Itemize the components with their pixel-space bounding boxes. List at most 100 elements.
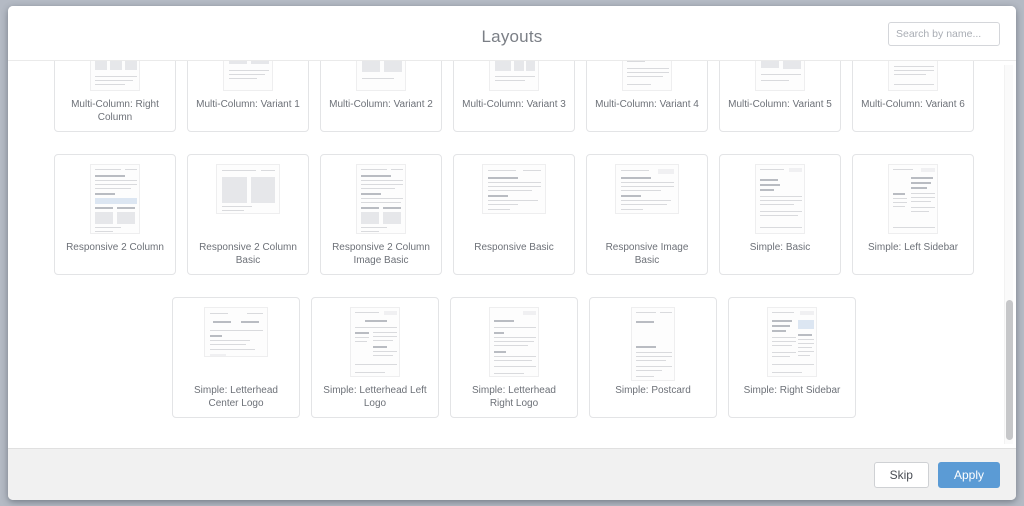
thumbnail-element <box>621 195 641 198</box>
thumbnail-element <box>772 341 796 342</box>
thumbnail-element <box>760 200 802 201</box>
thumbnail-element <box>621 190 661 191</box>
layout-card[interactable]: Simple: Postcard <box>589 297 717 418</box>
thumbnail-element <box>361 188 395 189</box>
layout-card[interactable]: Multi-Column: Right Column <box>54 61 176 132</box>
thumbnail-element <box>911 187 927 190</box>
thumbnail-element <box>621 186 674 187</box>
layouts-scroll-area[interactable]: Multi-Column: Right Column Multi-Column: … <box>8 61 1016 448</box>
layout-card[interactable]: Multi-Column: Variant 5 <box>719 61 841 132</box>
thumbnail-element <box>373 332 397 333</box>
thumbnail-element <box>772 364 814 365</box>
layout-card[interactable]: Simple: Letterhead Left Logo <box>311 297 439 418</box>
thumbnail-element <box>772 330 786 333</box>
thumbnail-element <box>488 186 541 187</box>
thumbnail-element <box>798 343 814 344</box>
layout-thumbnail-wrap <box>725 162 835 238</box>
thumbnail-element <box>783 61 801 69</box>
layout-thumbnail <box>888 164 938 234</box>
thumbnail-element <box>761 61 779 68</box>
thumbnail-element <box>488 200 538 201</box>
thumbnail-element <box>222 210 244 211</box>
thumbnail-element <box>361 198 403 199</box>
thumbnail-element <box>772 345 792 346</box>
thumbnail-element <box>117 212 135 224</box>
thumbnail-element <box>229 78 257 79</box>
layout-card[interactable]: Responsive 2 Column <box>54 154 176 275</box>
layout-card-label: Responsive 2 Column Basic <box>199 242 297 266</box>
thumbnail-element <box>760 227 802 228</box>
layout-card[interactable]: Simple: Letterhead Right Logo <box>450 297 578 418</box>
thumbnail-element <box>355 312 379 313</box>
thumbnail-element <box>789 168 802 172</box>
thumbnail-element <box>361 193 381 196</box>
layout-card[interactable]: Multi-Column: Variant 3 <box>453 61 575 132</box>
layout-card[interactable]: Multi-Column: Variant 4 <box>586 61 708 132</box>
thumbnail-element <box>894 70 934 71</box>
layout-thumbnail <box>356 61 406 91</box>
layout-thumbnail <box>223 61 273 91</box>
thumbnail-element <box>921 168 935 172</box>
layout-thumbnail-wrap <box>734 305 850 381</box>
thumbnail-element <box>391 169 403 170</box>
thumbnail-element <box>361 184 403 185</box>
layout-card[interactable]: Multi-Column: Variant 2 <box>320 61 442 132</box>
layout-card[interactable]: Simple: Left Sidebar <box>852 154 974 275</box>
layout-thumbnail-wrap <box>178 305 294 381</box>
thumbnail-element <box>911 193 935 194</box>
thumbnail-element <box>761 74 801 75</box>
thumbnail-element <box>362 61 380 72</box>
layout-thumbnail <box>767 307 817 377</box>
page-title: Layouts <box>481 27 543 46</box>
layout-thumbnail-wrap <box>60 61 170 95</box>
thumbnail-element <box>384 311 397 315</box>
thumbnail-element <box>894 66 934 67</box>
layout-thumbnail <box>90 164 140 234</box>
thumbnail-element <box>229 74 265 75</box>
layout-card[interactable]: Responsive Basic <box>453 154 575 275</box>
layout-card[interactable]: Simple: Right Sidebar <box>728 297 856 418</box>
thumbnail-element <box>636 312 656 313</box>
layout-card[interactable]: Responsive 2 Column Image Basic <box>320 154 442 275</box>
thumbnail-element <box>523 170 541 171</box>
layout-card-label: Responsive Basic <box>474 242 554 253</box>
scrollbar-thumb[interactable] <box>1006 299 1013 441</box>
vertical-scrollbar[interactable] <box>1004 65 1013 444</box>
thumbnail-element <box>384 61 402 72</box>
thumbnail-element <box>893 227 935 228</box>
thumbnail-element <box>893 198 907 199</box>
thumbnail-element <box>210 313 228 314</box>
thumbnail-element <box>636 376 654 377</box>
layout-card[interactable]: Simple: Letterhead Center Logo <box>172 297 300 418</box>
search-input[interactable] <box>888 22 1000 46</box>
thumbnail-element <box>621 182 674 183</box>
thumbnail-element <box>893 206 905 207</box>
thumbnail-element <box>229 70 269 71</box>
thumbnail-element <box>95 80 133 81</box>
thumbnail-element <box>798 334 812 337</box>
layout-thumbnail <box>489 307 539 377</box>
layout-card[interactable]: Multi-Column: Variant 6 <box>852 61 974 132</box>
thumbnail-element <box>494 332 504 335</box>
layout-card[interactable]: Responsive Image Basic <box>586 154 708 275</box>
thumbnail-element <box>95 188 131 189</box>
thumbnail-element <box>361 169 387 170</box>
multi-column-row: Multi-Column: Right Column Multi-Column: … <box>54 61 974 132</box>
thumbnail-element <box>247 313 263 314</box>
layout-card[interactable]: Simple: Basic <box>719 154 841 275</box>
layout-card[interactable]: Multi-Column: Variant 1 <box>187 61 309 132</box>
thumbnail-element <box>95 169 121 170</box>
thumbnail-element <box>627 68 669 69</box>
layout-thumbnail-wrap <box>858 61 968 95</box>
layout-thumbnail <box>615 164 679 214</box>
thumbnail-element <box>95 84 125 85</box>
thumbnail-element <box>373 346 387 349</box>
thumbnail-element <box>361 202 401 203</box>
thumbnail-element <box>488 182 541 183</box>
apply-button[interactable]: Apply <box>937 461 1000 488</box>
layout-card-label: Simple: Letterhead Right Logo <box>472 385 556 409</box>
skip-button[interactable]: Skip <box>873 461 929 488</box>
thumbnail-element <box>355 337 369 338</box>
layout-card[interactable]: Responsive 2 Column Basic <box>187 154 309 275</box>
layout-thumbnail <box>482 164 546 214</box>
